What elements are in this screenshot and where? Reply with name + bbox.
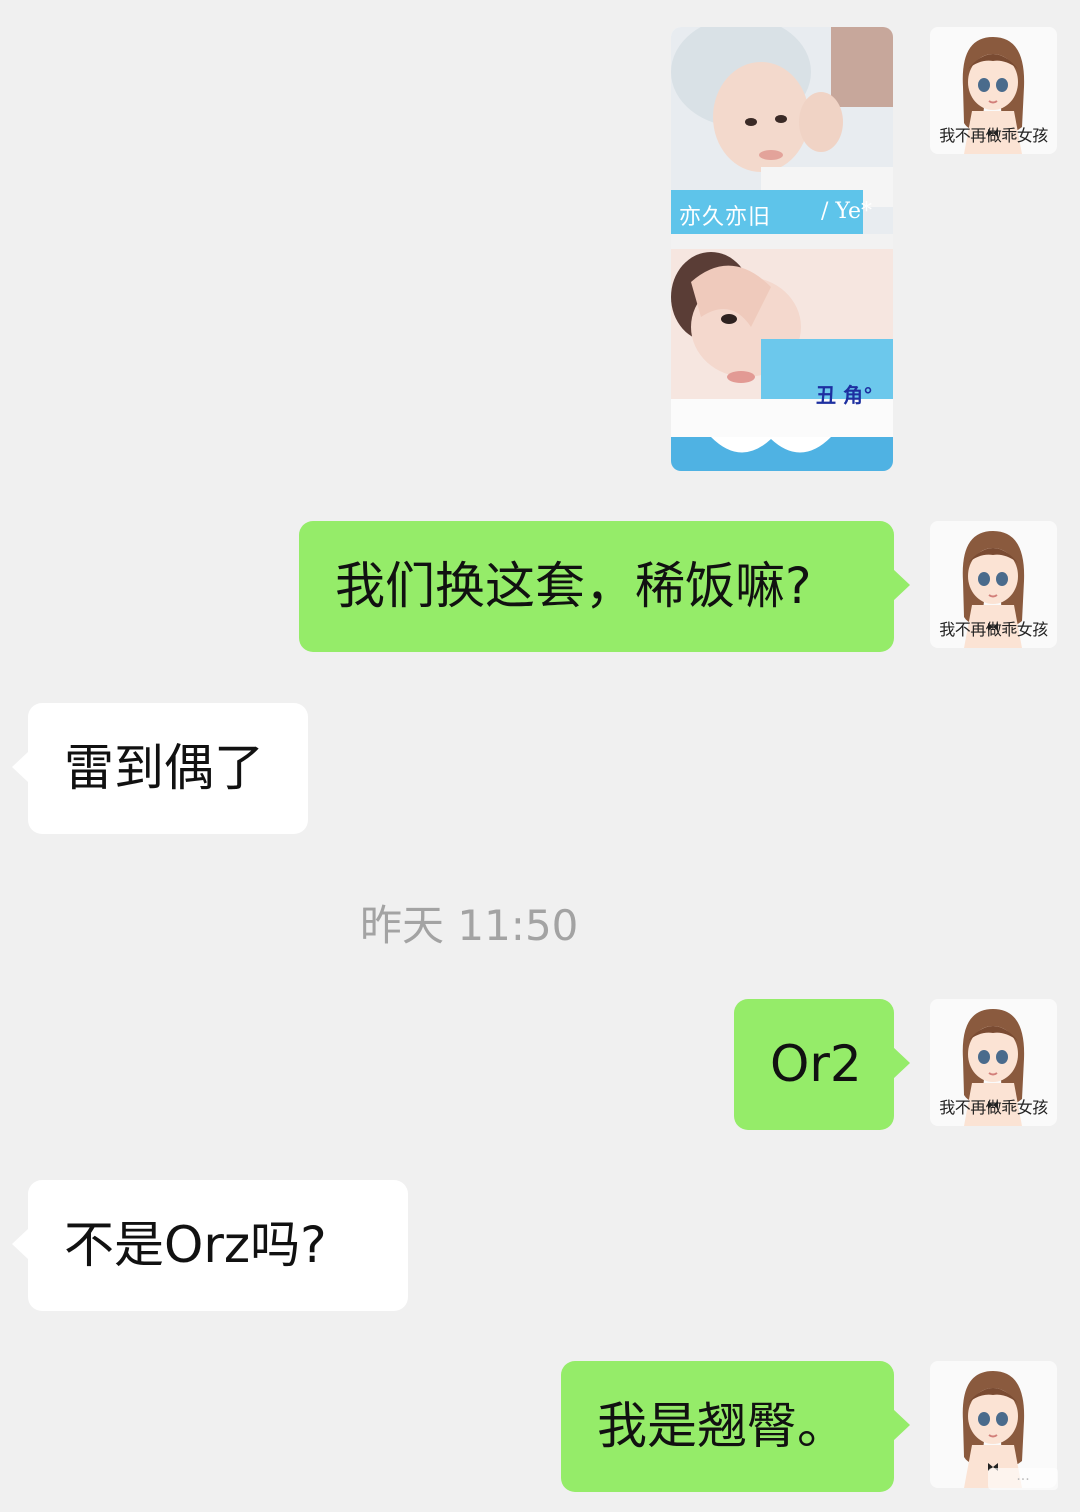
avatar-caption: 我不再做乖女孩 (939, 1098, 1048, 1117)
photo-caption-bottom: 丑 角° (816, 383, 873, 407)
outgoing-message-bubble[interactable]: 我们换这套，稀饭嘛? (299, 521, 910, 652)
avatar-caption: 我不再做乖女孩 (939, 620, 1048, 639)
timestamp: 昨天 11:50 (360, 901, 579, 950)
avatar[interactable]: 我不再做乖女孩 (930, 521, 1057, 648)
avatar[interactable]: 我不再做乖女孩 (930, 27, 1057, 154)
avatar[interactable]: 我不再做乖女孩 (930, 999, 1057, 1126)
outgoing-message-bubble[interactable]: Or2 (734, 999, 910, 1130)
photo-caption-right: / Ye* (821, 199, 873, 224)
watermark-icon: ··· (988, 1468, 1058, 1490)
avatar-caption: 我不再做乖女孩 (939, 126, 1048, 145)
incoming-message-bubble[interactable]: 不是Orz吗? (12, 1180, 408, 1311)
outgoing-message-bubble[interactable]: 我是翘臀。 (561, 1361, 910, 1492)
incoming-message-bubble[interactable]: 雷到偶了 (12, 703, 308, 834)
svg-text:···: ··· (1016, 1472, 1029, 1488)
photo-message[interactable]: 亦久亦旧 / Ye* 丑 角° (671, 27, 893, 471)
